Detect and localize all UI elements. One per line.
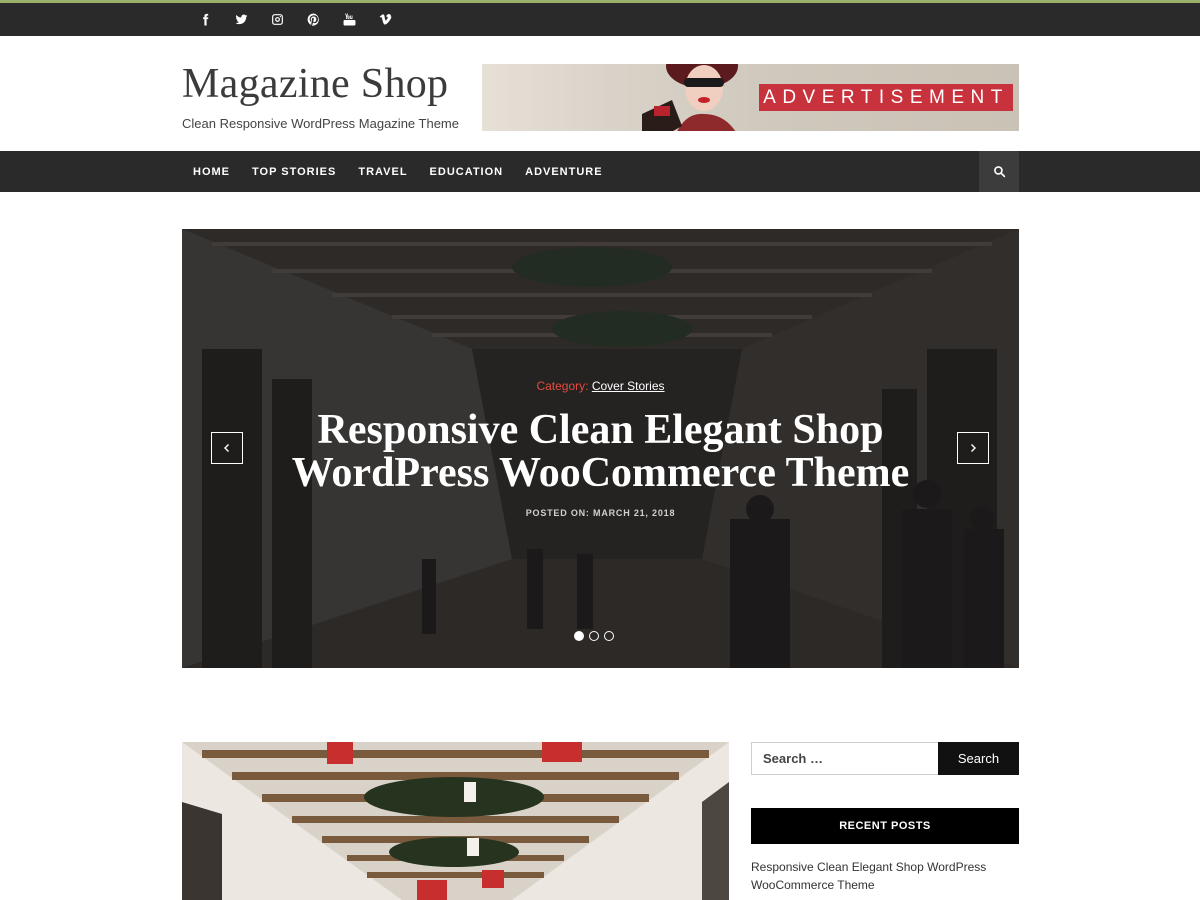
site-title[interactable]: Magazine Shop	[182, 60, 448, 108]
nav-search-button[interactable]	[979, 151, 1019, 192]
vimeo-icon[interactable]	[367, 3, 403, 36]
chevron-left-icon	[224, 444, 229, 452]
social-links	[187, 3, 403, 36]
slider-pagination	[574, 631, 614, 641]
facebook-icon[interactable]	[187, 3, 223, 36]
nav-item-top-stories[interactable]: TOP STORIES	[241, 166, 347, 178]
slider-prev-button[interactable]	[211, 432, 243, 464]
recent-posts-heading: RECENT POSTS	[751, 808, 1019, 844]
instagram-icon[interactable]	[259, 3, 295, 36]
slide-post-date: POSTED ON: MARCH 21, 2018	[525, 508, 676, 518]
slide-title[interactable]: Responsive Clean Elegant Shop WordPress …	[242, 409, 959, 495]
recent-post-link[interactable]: Responsive Clean Elegant Shop WordPress …	[751, 858, 1019, 894]
sidebar-search-button[interactable]: Search	[938, 742, 1019, 775]
featured-slider[interactable]: Category: Cover Stories Responsive Clean…	[182, 229, 1019, 668]
advertisement-banner[interactable]: ADVERTISEMENT	[482, 64, 1019, 131]
site-tagline: Clean Responsive WordPress Magazine Them…	[182, 116, 459, 131]
social-topbar	[0, 3, 1200, 36]
chevron-right-icon	[971, 444, 976, 452]
twitter-icon[interactable]	[223, 3, 259, 36]
featured-post-image[interactable]	[182, 742, 729, 900]
slide-category-link[interactable]: Cover Stories	[592, 379, 665, 393]
nav-item-adventure[interactable]: ADVENTURE	[514, 166, 613, 178]
slider-dot-1[interactable]	[574, 631, 584, 641]
nav-item-home[interactable]: HOME	[182, 166, 241, 178]
nav-item-education[interactable]: EDUCATION	[419, 166, 515, 178]
nav-item-travel[interactable]: TRAVEL	[347, 166, 418, 178]
mall-ceiling-image	[182, 742, 729, 900]
slide-category-prefix: Category:	[536, 379, 589, 393]
slider-next-button[interactable]	[957, 432, 989, 464]
slider-dot-3[interactable]	[604, 631, 614, 641]
main-navigation: HOME TOP STORIES TRAVEL EDUCATION ADVENT…	[0, 151, 1200, 192]
pinterest-icon[interactable]	[295, 3, 331, 36]
nav-menu: HOME TOP STORIES TRAVEL EDUCATION ADVENT…	[182, 151, 614, 192]
slider-dot-2[interactable]	[589, 631, 599, 641]
advertisement-label: ADVERTISEMENT	[759, 84, 1013, 111]
sidebar-search-input[interactable]	[751, 742, 939, 775]
search-icon	[993, 166, 1005, 178]
youtube-icon[interactable]	[331, 3, 367, 36]
slide-category: Category: Cover Stories	[182, 379, 1019, 393]
ad-model-image	[642, 64, 738, 131]
